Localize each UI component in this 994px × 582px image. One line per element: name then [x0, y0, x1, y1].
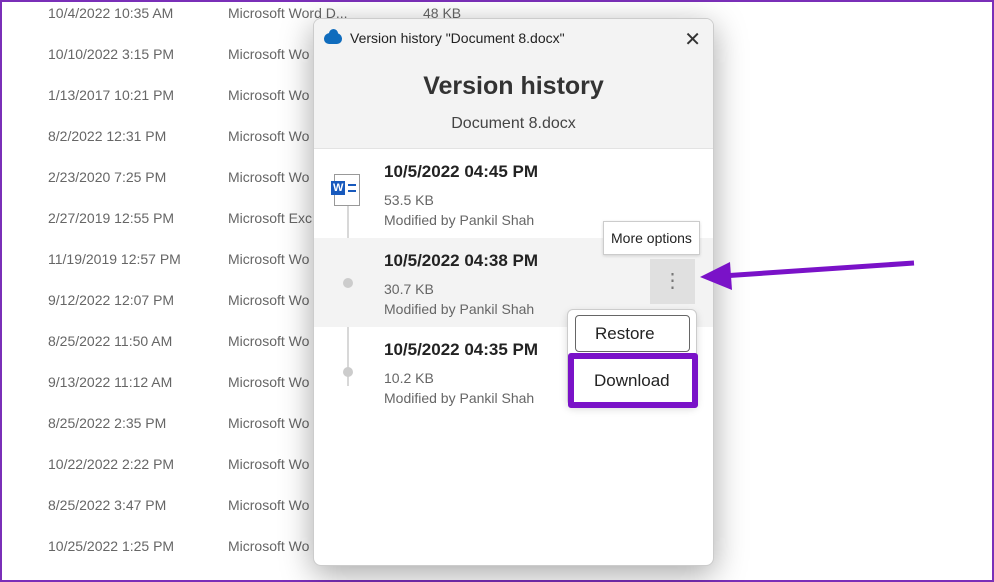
file-date: 8/25/2022 3:47 PM — [48, 497, 167, 513]
file-date: 8/2/2022 12:31 PM — [48, 128, 167, 144]
version-size: 30.7 KB — [384, 281, 434, 297]
file-type: Microsoft Wo — [228, 538, 310, 554]
context-menu: Restore Download — [567, 309, 698, 408]
file-date: 2/23/2020 7:25 PM — [48, 169, 167, 185]
version-size: 10.2 KB — [384, 370, 434, 386]
file-date: 10/4/2022 10:35 AM — [48, 5, 174, 21]
file-date: 9/12/2022 12:07 PM — [48, 292, 175, 308]
version-modified-by: Modified by Pankil Shah — [384, 212, 535, 228]
restore-menu-item[interactable]: Restore — [575, 315, 690, 352]
file-type: Microsoft Wo — [228, 292, 310, 308]
timeline-dot — [343, 367, 353, 377]
arrow-annotation-icon — [700, 260, 915, 290]
file-date: 2/27/2019 12:55 PM — [48, 210, 175, 226]
download-menu-item[interactable]: Download — [568, 353, 698, 408]
file-type: Microsoft Wo — [228, 46, 310, 62]
file-date: 8/25/2022 2:35 PM — [48, 415, 167, 431]
file-date: 1/13/2017 10:21 PM — [48, 87, 175, 103]
file-date: 10/22/2022 2:22 PM — [48, 456, 175, 472]
file-type: Microsoft Wo — [228, 333, 310, 349]
file-type: Microsoft Wo — [228, 169, 310, 185]
file-type: Microsoft Wo — [228, 415, 310, 431]
file-type: Microsoft Wo — [228, 497, 310, 513]
version-date: 10/5/2022 04:38 PM — [384, 251, 539, 270]
file-date: 11/19/2019 12:57 PM — [48, 251, 181, 267]
timeline-dot — [343, 278, 353, 288]
file-type: Microsoft Wo — [228, 456, 310, 472]
title-bar: Version history "Document 8.docx" ✕ — [314, 19, 713, 57]
dialog-heading: Version history — [423, 72, 604, 100]
file-name: Document 8.docx — [451, 115, 576, 132]
file-date: 10/25/2022 1:25 PM — [48, 538, 175, 554]
onedrive-cloud-icon — [324, 28, 342, 44]
version-modified-by: Modified by Pankil Shah — [384, 301, 535, 317]
file-date: 8/25/2022 11:50 AM — [48, 333, 173, 349]
window-title: Version history "Document 8.docx" — [350, 30, 565, 46]
file-type: Microsoft Wo — [228, 251, 310, 267]
file-type: Microsoft Wo — [228, 87, 310, 103]
file-type: Microsoft Wo — [228, 128, 310, 144]
version-date: 10/5/2022 04:45 PM — [384, 162, 539, 181]
word-document-icon: W — [331, 174, 360, 206]
dialog-header: Version history Document 8.docx — [314, 57, 713, 149]
file-type: Microsoft Wo — [228, 374, 310, 390]
version-modified-by: Modified by Pankil Shah — [384, 390, 535, 406]
file-type: Microsoft Exc — [228, 210, 313, 226]
more-options-button[interactable]: ⋮ — [650, 259, 695, 304]
close-icon[interactable]: ✕ — [684, 27, 701, 52]
more-options-tooltip: More options — [603, 221, 700, 255]
file-date: 9/13/2022 11:12 AM — [48, 374, 173, 390]
version-date: 10/5/2022 04:35 PM — [384, 340, 539, 359]
version-size: 53.5 KB — [384, 192, 434, 208]
file-date: 10/10/2022 3:15 PM — [48, 46, 175, 62]
